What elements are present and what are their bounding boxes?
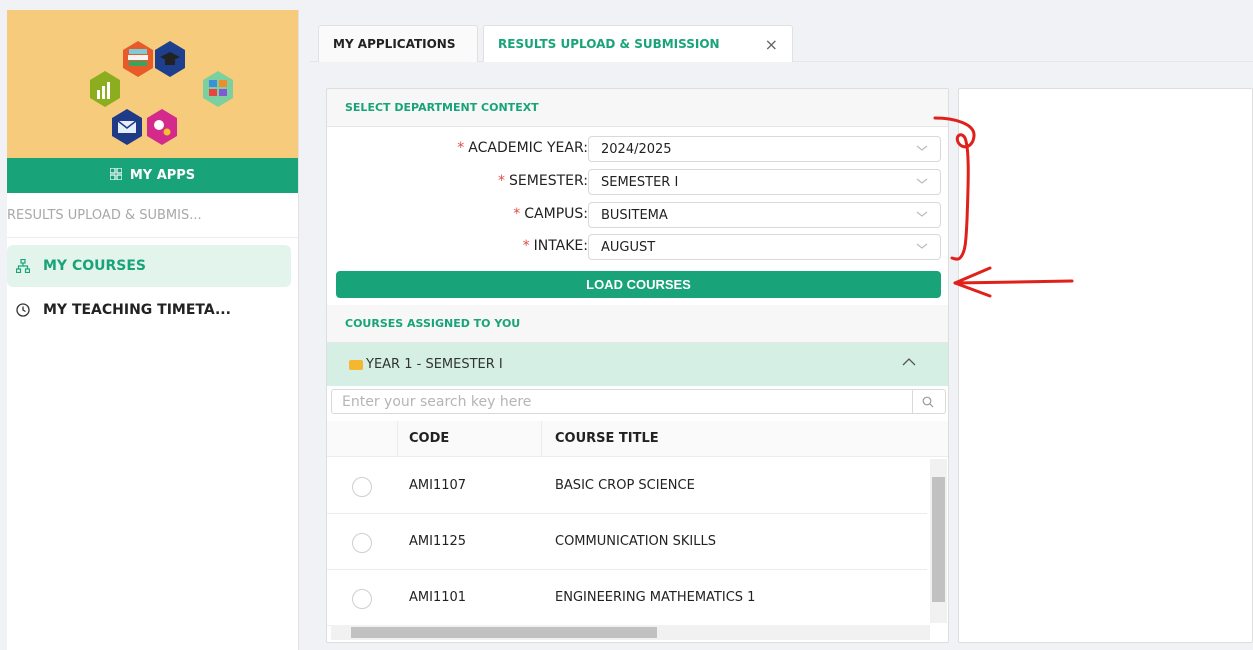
horizontal-scrollbar[interactable] (331, 625, 930, 640)
column-header-title: COURSE TITLE (555, 431, 659, 446)
semester-select[interactable]: SEMESTER I (588, 169, 941, 195)
row-radio[interactable] (352, 589, 372, 609)
section-header: SELECT DEPARTMENT CONTEXT (327, 89, 948, 127)
tab-my-applications[interactable]: MY APPLICATIONS (318, 25, 478, 62)
campus-row: * CAMPUS: BUSITEMA (327, 202, 948, 228)
sidebar-breadcrumb: RESULTS UPLOAD & SUBMIS... (7, 193, 298, 238)
my-apps-button[interactable]: MY APPS (7, 158, 298, 193)
select-value: AUGUST (601, 239, 656, 255)
sidebar-item-teaching-timetable[interactable]: MY TEACHING TIMETA... (7, 289, 298, 331)
intake-select[interactable]: AUGUST (588, 234, 941, 260)
field-label: * SEMESTER: (498, 173, 588, 189)
academic-year-select[interactable]: 2024/2025 (588, 136, 941, 162)
clock-icon (15, 302, 31, 318)
search-icon[interactable] (912, 390, 942, 413)
courses-table: CODE COURSE TITLE AMI1107 BASIC CROP SCI… (327, 421, 948, 626)
chevron-down-icon (916, 176, 928, 189)
required-marker: * (513, 206, 521, 222)
my-apps-label: MY APPS (129, 168, 196, 183)
table-header: CODE COURSE TITLE (327, 421, 948, 457)
academic-year-row: * ACADEMIC YEAR: 2024/2025 (327, 136, 948, 162)
scrollbar-thumb[interactable] (351, 627, 657, 638)
select-value: SEMESTER I (601, 174, 679, 190)
sitemap-icon (15, 258, 31, 274)
grid-icon (109, 166, 123, 184)
section-header: COURSES ASSIGNED TO YOU (327, 305, 948, 343)
table-row[interactable]: AMI1125 COMMUNICATION SKILLS (327, 514, 927, 570)
column-header-code: CODE (409, 431, 450, 446)
select-value: 2024/2025 (601, 141, 672, 157)
required-marker: * (498, 173, 506, 189)
chevron-down-icon (916, 241, 928, 254)
semester-row: * SEMESTER: SEMESTER I (327, 169, 948, 195)
field-label: * ACADEMIC YEAR: (457, 140, 588, 156)
required-marker: * (457, 140, 465, 156)
vertical-scrollbar[interactable] (930, 459, 947, 623)
course-title: BASIC CROP SCIENCE (555, 478, 695, 493)
sidebar-item-my-courses[interactable]: MY COURSES (7, 245, 291, 287)
year-group-header[interactable]: YEAR 1 - SEMESTER I (327, 343, 948, 386)
course-search (331, 389, 946, 414)
table-row[interactable]: AMI1107 BASIC CROP SCIENCE (327, 458, 927, 514)
courses-section: COURSES ASSIGNED TO YOU (327, 305, 948, 343)
folder-icon (349, 359, 363, 370)
course-code: AMI1101 (409, 590, 467, 605)
sidebar-item-label: MY TEACHING TIMETA... (43, 302, 231, 318)
chevron-down-icon (916, 209, 928, 222)
row-radio[interactable] (352, 533, 372, 553)
column-divider (397, 421, 398, 457)
intake-label: INTAKE: (533, 238, 588, 254)
close-icon[interactable]: × (765, 35, 778, 54)
course-code: AMI1125 (409, 534, 467, 549)
campus-select[interactable]: BUSITEMA (588, 202, 941, 228)
academic-year-label: ACADEMIC YEAR: (468, 140, 588, 156)
sidebar-item-label: MY COURSES (43, 258, 146, 274)
details-panel (958, 88, 1253, 643)
search-input[interactable] (332, 390, 912, 413)
select-value: BUSITEMA (601, 207, 668, 223)
year-group-label: YEAR 1 - SEMESTER I (366, 357, 503, 372)
tab-label: MY APPLICATIONS (333, 37, 456, 51)
app-logo (7, 10, 298, 158)
table-row[interactable]: AMI1101 ENGINEERING MATHEMATICS 1 (327, 570, 927, 626)
column-divider (541, 421, 542, 457)
course-title: ENGINEERING MATHEMATICS 1 (555, 590, 756, 605)
row-radio[interactable] (352, 477, 372, 497)
course-title: COMMUNICATION SKILLS (555, 534, 716, 549)
required-marker: * (522, 238, 530, 254)
campus-label: CAMPUS: (524, 206, 588, 222)
field-label: * INTAKE: (523, 238, 588, 254)
tab-bar: MY APPLICATIONS RESULTS UPLOAD & SUBMISS… (310, 18, 1253, 62)
chevron-up-icon[interactable] (902, 355, 916, 371)
sidebar: MY APPS RESULTS UPLOAD & SUBMIS... MY CO… (7, 10, 299, 650)
chevron-down-icon (916, 143, 928, 156)
hexagon-logo-icon (90, 41, 233, 145)
tab-label: RESULTS UPLOAD & SUBMISSION (498, 37, 720, 51)
intake-row: * INTAKE: AUGUST (327, 234, 948, 260)
load-courses-button[interactable]: LOAD COURSES (336, 271, 941, 298)
scrollbar-thumb[interactable] (932, 477, 945, 602)
field-label: * CAMPUS: (513, 206, 588, 222)
sidebar-crumb-label: RESULTS UPLOAD & SUBMIS... (7, 207, 202, 223)
department-context-panel: SELECT DEPARTMENT CONTEXT * ACADEMIC YEAR… (326, 88, 949, 643)
course-code: AMI1107 (409, 478, 467, 493)
semester-label: SEMESTER: (509, 173, 588, 189)
tab-results-upload[interactable]: RESULTS UPLOAD & SUBMISSION × (483, 25, 793, 62)
